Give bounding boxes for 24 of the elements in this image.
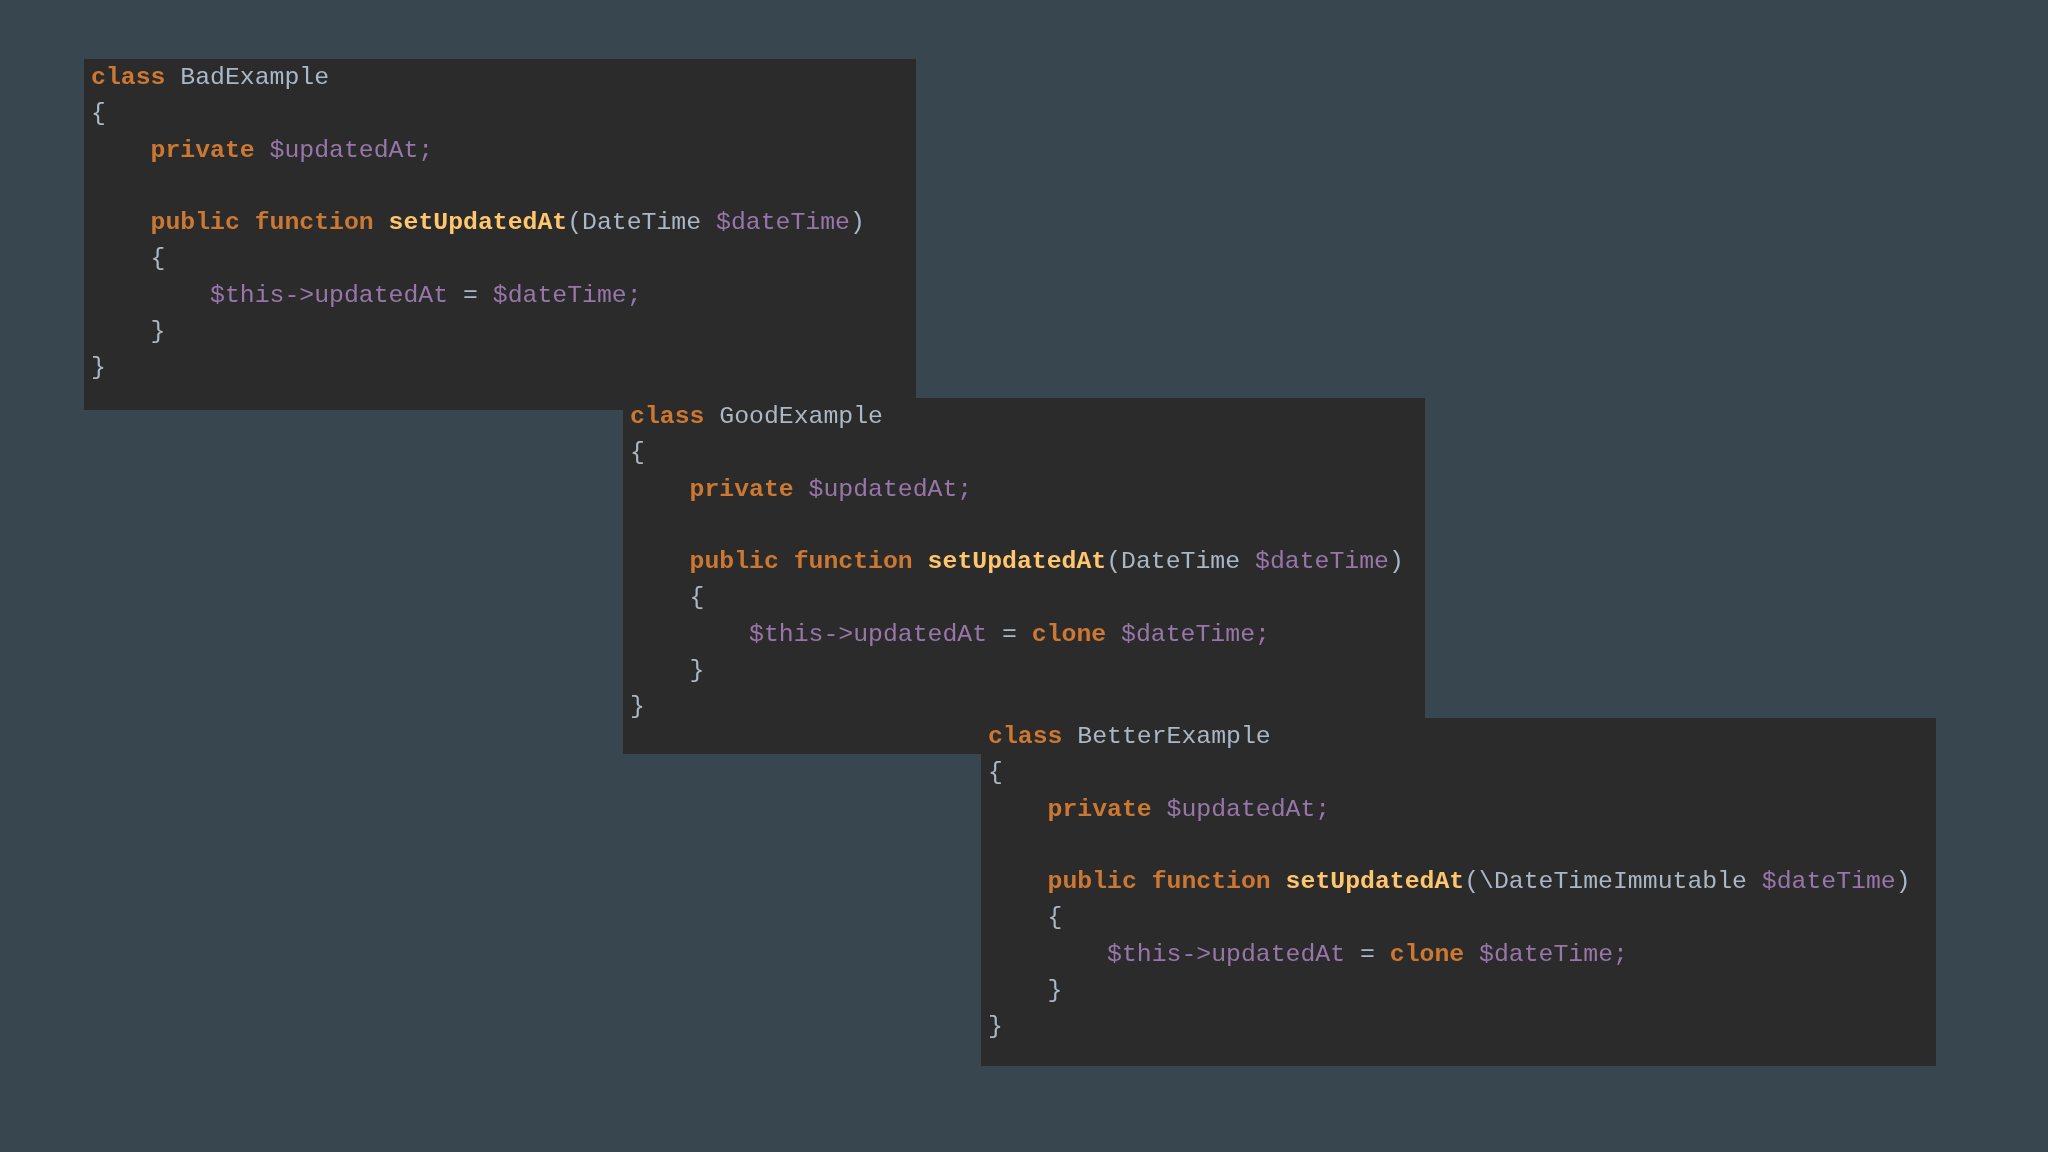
- code-line: }: [988, 1011, 1003, 1043]
- code-line: public function setUpdatedAt(DateTime $dateTime): [688, 546, 1404, 578]
- code-line: private $updatedAt;: [688, 473, 973, 505]
- code-line: {: [149, 243, 166, 275]
- code-line: private $updatedAt;: [1046, 793, 1331, 825]
- code-line: }: [149, 316, 166, 348]
- code-line: {: [91, 98, 106, 130]
- code-line: }: [688, 655, 705, 687]
- code-line: public function setUpdatedAt(\DateTimeImmutable $dateTime): [1046, 866, 1911, 898]
- code-line: $this->updatedAt = $dateTime;: [209, 279, 642, 311]
- code-line: public function setUpdatedAt(DateTime $dateTime): [149, 207, 865, 239]
- code-line: }: [91, 352, 106, 384]
- code-line: {: [1046, 902, 1063, 934]
- code-line: $this->updatedAt = clone $dateTime;: [748, 618, 1270, 650]
- code-line: class GoodExample: [630, 401, 883, 432]
- code-line: {: [630, 437, 645, 469]
- code-line: }: [1046, 975, 1063, 1007]
- code-line: class BadExample: [91, 62, 330, 93]
- code-line: class BetterExample: [988, 721, 1271, 752]
- code-line: private $updatedAt;: [149, 134, 434, 166]
- code-line: $this->updatedAt = clone $dateTime;: [1106, 938, 1628, 970]
- code-line: {: [688, 582, 705, 614]
- code-line: }: [630, 691, 645, 723]
- code-line: {: [988, 757, 1003, 789]
